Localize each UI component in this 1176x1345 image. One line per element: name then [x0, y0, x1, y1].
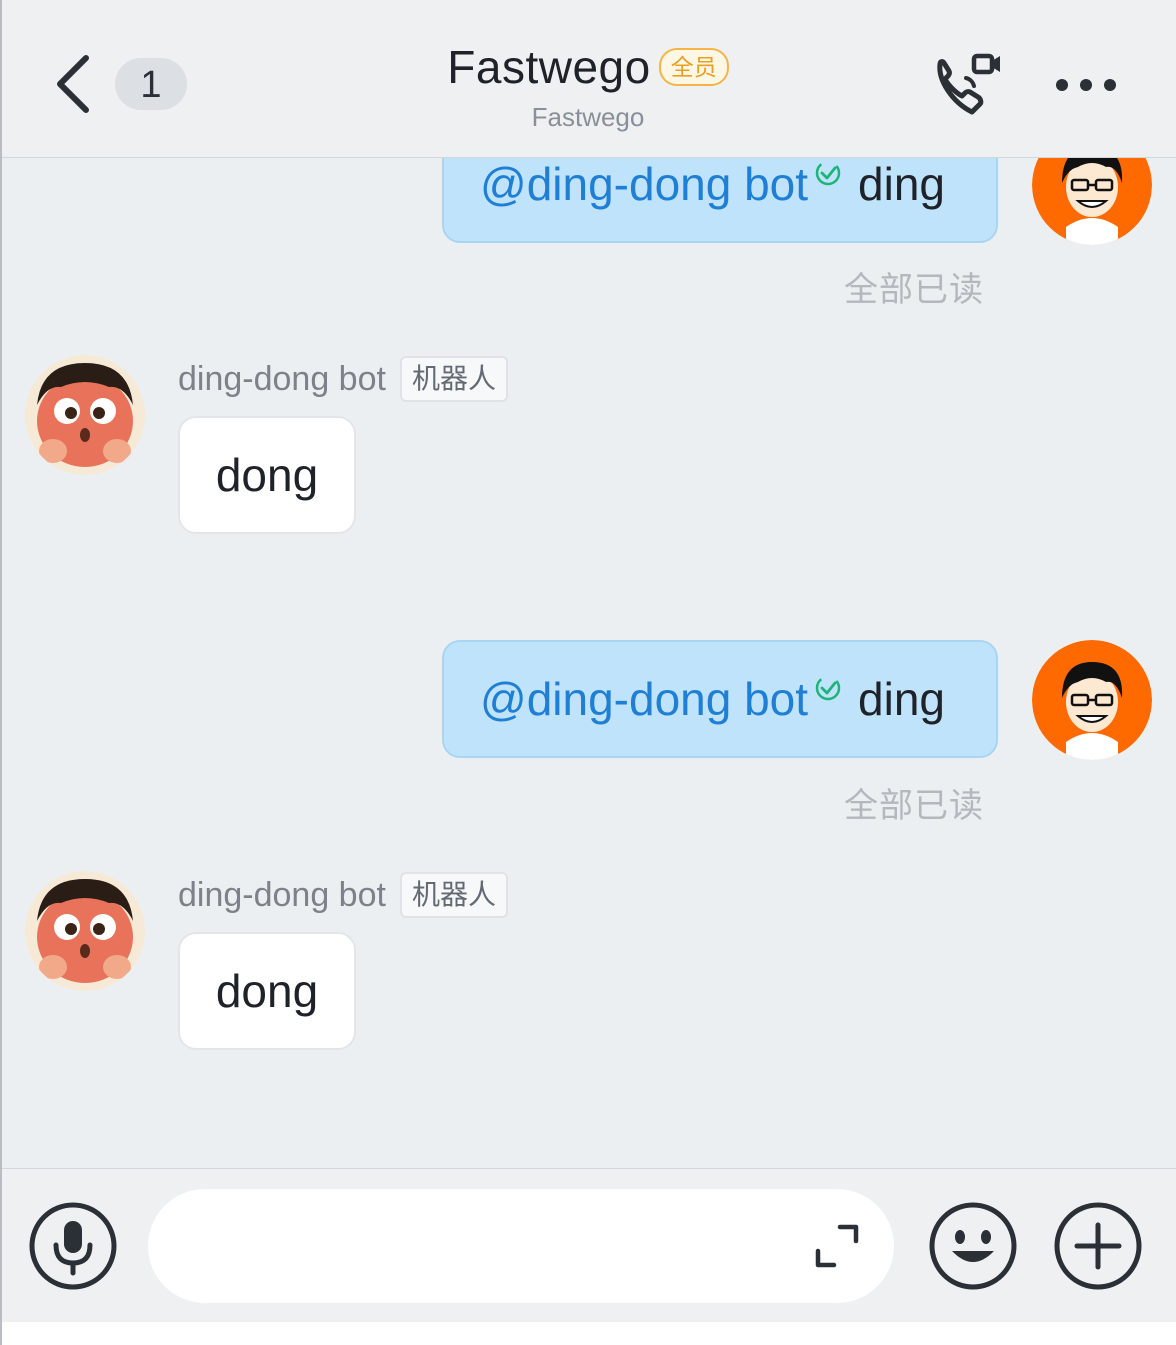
my-avatar[interactable] [1032, 640, 1152, 760]
bot-avatar[interactable] [25, 355, 145, 475]
microphone-icon [29, 1202, 117, 1290]
message-text: ding [858, 673, 946, 725]
sender-row: ding-dong bot 机器人 [178, 872, 508, 918]
more-options-button[interactable] [1050, 60, 1126, 110]
mention-link[interactable]: @ding-dong bot [480, 157, 808, 211]
message-text: dong [215, 449, 319, 501]
bot-avatar[interactable] [25, 871, 145, 991]
more-actions-button[interactable] [1052, 1201, 1144, 1291]
read-check-icon [815, 160, 841, 186]
voice-button[interactable] [28, 1201, 118, 1291]
mention-link[interactable]: @ding-dong bot [480, 672, 808, 726]
expand-input-button[interactable] [812, 1223, 862, 1269]
bottom-safe-area [0, 1322, 1176, 1345]
all-members-tag: 全员 [658, 48, 729, 86]
phone-video-icon [937, 53, 1000, 115]
sender-name[interactable]: ding-dong bot [178, 876, 386, 915]
call-button[interactable] [928, 50, 1004, 122]
message-input[interactable] [148, 1189, 894, 1303]
expand-icon [815, 1224, 859, 1268]
incoming-message-bubble[interactable]: dong [178, 932, 356, 1050]
sender-name[interactable]: ding-dong bot [178, 360, 386, 399]
sender-row: ding-dong bot 机器人 [178, 356, 508, 402]
read-check-icon [815, 675, 841, 701]
message-text: dong [215, 965, 319, 1017]
message-text: ding [858, 158, 946, 210]
chat-header: 1 Fastwego 全员 Fastwego [0, 0, 1176, 158]
window-edge [0, 0, 2, 1345]
robot-tag: 机器人 [399, 872, 508, 918]
chat-title[interactable]: Fastwego [447, 40, 650, 94]
outgoing-message-bubble[interactable]: @ding-dong bot ding [442, 640, 998, 758]
composer-bar [0, 1168, 1176, 1323]
read-status[interactable]: 全部已读 [844, 262, 984, 311]
plus-icon [1054, 1202, 1142, 1290]
incoming-message-bubble[interactable]: dong [178, 416, 356, 534]
more-horizontal-icon [1056, 79, 1116, 91]
emoji-button[interactable] [928, 1201, 1018, 1291]
smiley-icon [929, 1202, 1017, 1290]
read-status[interactable]: 全部已读 [844, 778, 984, 827]
robot-tag: 机器人 [399, 356, 508, 402]
